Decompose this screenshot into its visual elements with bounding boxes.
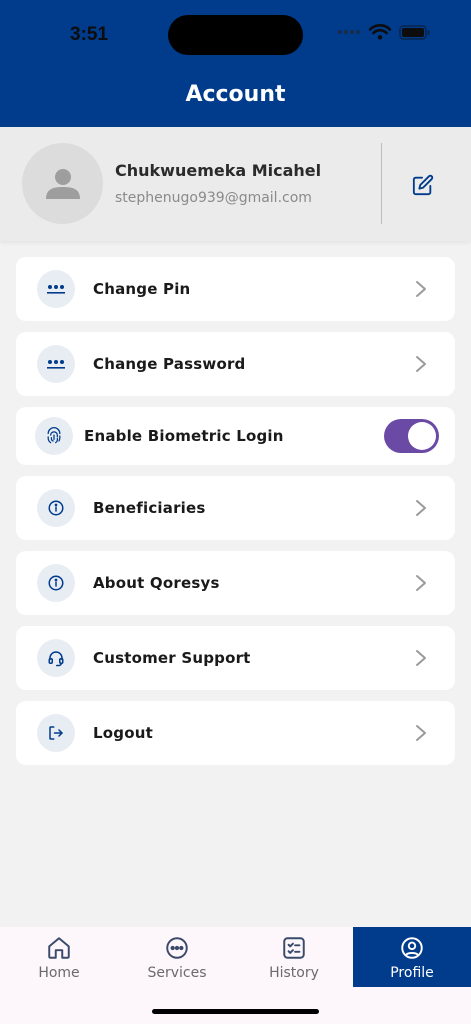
menu-item-logout[interactable]: Logout	[16, 701, 455, 765]
biometric-toggle[interactable]	[384, 419, 439, 453]
tab-label: Home	[38, 965, 80, 981]
more-circle-icon	[166, 937, 188, 959]
fingerprint-icon	[35, 417, 73, 455]
menu-item-beneficiaries[interactable]: Beneficiaries	[16, 476, 455, 540]
tab-label: History	[269, 965, 319, 981]
profile-divider	[381, 143, 382, 224]
info-icon	[37, 564, 75, 602]
signal-icon	[338, 30, 360, 34]
user-circle-icon	[401, 937, 423, 959]
edit-icon	[412, 174, 434, 196]
user-placeholder-icon	[45, 168, 80, 199]
chevron-right-icon	[411, 279, 431, 299]
status-bar: 3:51	[0, 0, 471, 70]
page-title: Account	[185, 82, 286, 107]
tab-label: Services	[147, 965, 207, 981]
menu-label: Beneficiaries	[93, 499, 206, 517]
menu-item-biometric: Enable Biometric Login	[16, 407, 455, 465]
tab-label: Profile	[390, 965, 434, 981]
menu-label: About Qoresys	[93, 574, 220, 592]
info-icon	[37, 489, 75, 527]
logout-icon	[37, 714, 75, 752]
menu-label: Change Pin	[93, 280, 191, 298]
menu-item-about[interactable]: About Qoresys	[16, 551, 455, 615]
tab-history[interactable]: History	[235, 927, 353, 987]
headset-icon	[37, 639, 75, 677]
chevron-right-icon	[411, 723, 431, 743]
pin-dots-icon	[37, 270, 75, 308]
tab-profile[interactable]: Profile	[353, 927, 471, 987]
chevron-right-icon	[411, 573, 431, 593]
menu-item-customer-support[interactable]: Customer Support	[16, 626, 455, 690]
app-header: 3:51 Account	[0, 0, 471, 127]
tab-services[interactable]: Services	[118, 927, 236, 987]
wifi-icon	[369, 24, 391, 40]
dynamic-island	[168, 15, 303, 55]
avatar	[22, 143, 103, 224]
status-time: 3:51	[70, 24, 109, 45]
chevron-right-icon	[411, 648, 431, 668]
toggle-knob	[408, 422, 436, 450]
menu-label: Enable Biometric Login	[84, 427, 284, 445]
tab-home[interactable]: Home	[0, 927, 118, 987]
home-icon	[48, 937, 70, 959]
home-indicator	[152, 1009, 319, 1014]
battery-icon	[399, 24, 430, 40]
profile-card: Chukwuemeka Micahel stephenugo939@gmail.…	[0, 127, 471, 241]
status-icons	[337, 24, 431, 40]
menu-label: Change Password	[93, 355, 246, 373]
checklist-icon	[283, 937, 305, 959]
profile-email: stephenugo939@gmail.com	[115, 190, 312, 206]
edit-profile-button[interactable]	[406, 168, 440, 202]
chevron-right-icon	[411, 498, 431, 518]
menu-item-change-pin[interactable]: Change Pin	[16, 257, 455, 321]
menu-label: Logout	[93, 724, 153, 742]
password-dots-icon	[37, 345, 75, 383]
chevron-right-icon	[411, 354, 431, 374]
menu-item-change-password[interactable]: Change Password	[16, 332, 455, 396]
profile-name: Chukwuemeka Micahel	[115, 161, 322, 180]
menu-label: Customer Support	[93, 649, 251, 667]
